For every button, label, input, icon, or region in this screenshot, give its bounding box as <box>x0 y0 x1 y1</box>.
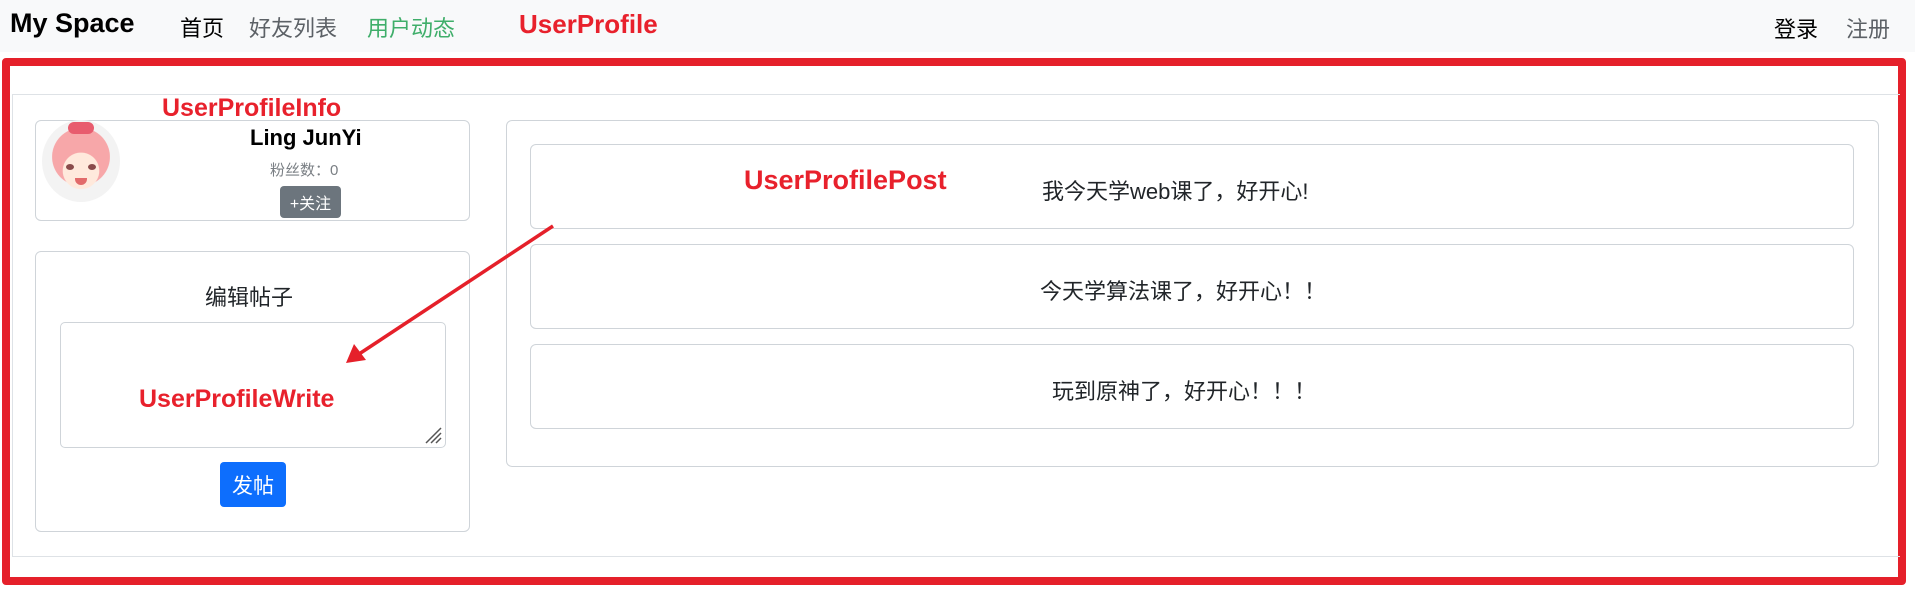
avatar-eye-right <box>88 164 96 170</box>
avatar[interactable] <box>42 120 120 202</box>
annotation-arrow <box>346 224 554 363</box>
annotation-user-profile-write: UserProfileWrite <box>139 385 335 413</box>
post-item-content: 今天学算法课了，好开心！！ <box>1040 279 1327 304</box>
container-border-left <box>12 94 13 557</box>
nav-link-friends[interactable]: 好友列表 <box>249 11 337 43</box>
navbar: My Space 首页 好友列表 用户动态 UserProfile 登录 注册 <box>0 0 1915 52</box>
follow-button[interactable]: +关注 <box>280 186 341 218</box>
nav-link-register[interactable]: 注册 <box>1846 12 1890 44</box>
post-item-content: 玩到原神了，好开心！！！ <box>1052 379 1317 404</box>
profile-username: Ling JunYi <box>250 125 362 150</box>
publish-post-button[interactable]: 发帖 <box>220 462 286 507</box>
textarea-resize-handle[interactable] <box>422 424 442 444</box>
container-border-bottom <box>12 556 1900 557</box>
annotation-user-profile-post: UserProfilePost <box>744 165 947 195</box>
nav-link-home[interactable]: 首页 <box>180 11 224 43</box>
avatar-mouth <box>75 178 87 185</box>
navbar-brand[interactable]: My Space <box>10 8 135 39</box>
annotation-user-profile: UserProfile <box>519 9 658 39</box>
profile-fans-count: 粉丝数：0 <box>270 162 339 179</box>
write-post-title: 编辑帖子 <box>205 285 294 310</box>
annotation-user-profile-info: UserProfileInfo <box>162 94 342 122</box>
nav-link-login[interactable]: 登录 <box>1774 12 1818 44</box>
avatar-eye-left <box>66 164 74 170</box>
post-item-content: 我今天学web课了，好开心! <box>1042 179 1309 204</box>
avatar-bow <box>68 122 94 134</box>
nav-link-user-feed[interactable]: 用户动态 <box>367 11 455 43</box>
